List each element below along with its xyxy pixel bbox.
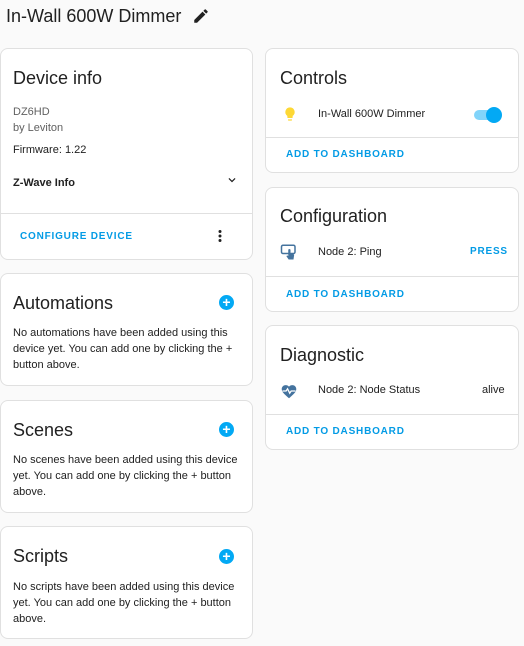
device-info-card: Device info DZ6HD by Leviton Firmware: 1… [0, 48, 253, 260]
controls-title: Controls [280, 68, 348, 88]
scenes-title: Scenes [13, 420, 74, 440]
add-automation-button[interactable]: + [219, 295, 234, 310]
configuration-divider [266, 276, 518, 277]
node-status-value: alive [482, 384, 505, 396]
diagnostic-entity-name[interactable]: Node 2: Node Status [318, 384, 420, 396]
scripts-card: Scripts + No scripts have been added usi… [0, 526, 253, 639]
configuration-title: Configuration [280, 206, 388, 226]
controls-card: Controls In-Wall 600W Dimmer ADD TO DASH… [265, 48, 519, 173]
pencil-icon[interactable] [191, 6, 211, 26]
page-title: In-Wall 600W Dimmer [6, 5, 182, 26]
heart-pulse-icon [280, 383, 298, 404]
controls-add-to-dashboard-button[interactable]: ADD TO DASHBOARD [286, 149, 405, 160]
chevron-down-icon [225, 173, 239, 192]
zwave-info-label: Z-Wave Info [13, 176, 75, 189]
more-vert-icon[interactable] [211, 227, 229, 250]
scenes-card: Scenes + No scenes have been added using… [0, 400, 253, 513]
page-header: In-Wall 600W Dimmer [6, 4, 211, 28]
add-scene-button[interactable]: + [219, 422, 234, 437]
device-manufacturer: by Leviton [13, 122, 64, 134]
controls-entity-name[interactable]: In-Wall 600W Dimmer [318, 108, 425, 120]
configure-device-button[interactable]: CONFIGURE DEVICE [20, 231, 133, 242]
diagnostic-card: Diagnostic Node 2: Node Status alive ADD… [265, 325, 519, 450]
device-model: DZ6HD [13, 106, 50, 118]
device-info-title: Device info [13, 68, 103, 88]
scripts-title: Scripts [13, 546, 69, 566]
zwave-info-expander[interactable]: Z-Wave Info [13, 173, 239, 192]
diagnostic-add-to-dashboard-button[interactable]: ADD TO DASHBOARD [286, 426, 405, 437]
diagnostic-title: Diagnostic [280, 345, 365, 365]
add-script-button[interactable]: + [219, 549, 234, 564]
light-toggle[interactable] [472, 107, 502, 123]
configuration-entity-name[interactable]: Node 2: Ping [318, 246, 382, 258]
configuration-add-to-dashboard-button[interactable]: ADD TO DASHBOARD [286, 289, 405, 300]
scenes-empty-text: No scenes have been added using this dev… [13, 454, 238, 498]
configuration-card: Configuration Node 2: Ping PRESS ADD TO … [265, 187, 519, 312]
controls-divider [266, 137, 518, 138]
lightbulb-icon [282, 105, 298, 128]
device-info-divider [1, 213, 252, 214]
automations-card: Automations + No automations have been a… [0, 273, 253, 386]
ping-press-button[interactable]: PRESS [470, 246, 508, 257]
diagnostic-divider [266, 414, 518, 415]
automations-empty-text: No automations have been added using thi… [13, 327, 233, 371]
scripts-empty-text: No scripts have been added using this de… [13, 581, 235, 625]
gesture-tap-button-icon [280, 243, 298, 266]
automations-title: Automations [13, 293, 114, 313]
device-firmware: Firmware: 1.22 [13, 144, 87, 156]
